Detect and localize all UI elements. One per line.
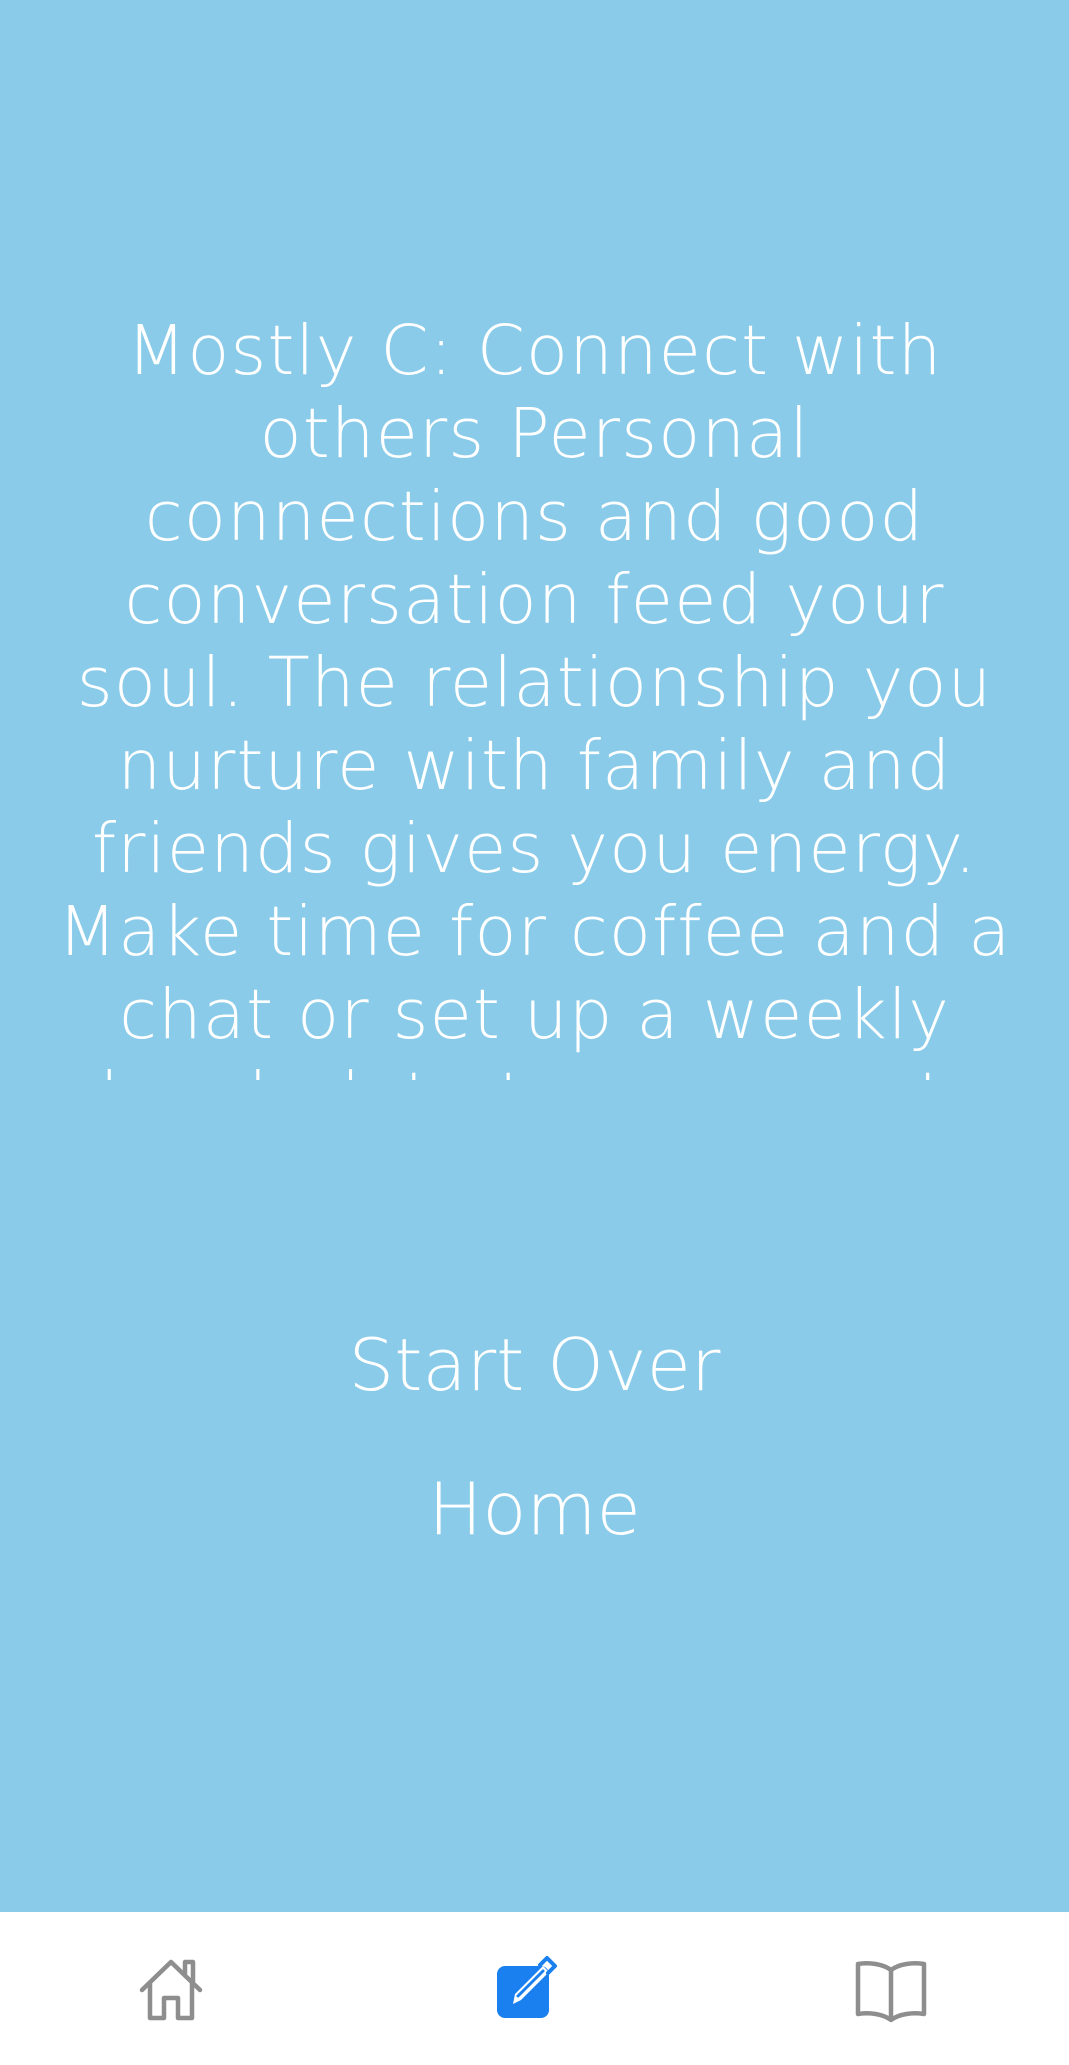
home-icon	[136, 1954, 206, 2024]
quiz-result-screen: Mostly C: Connect with others Personal c…	[0, 0, 1069, 1912]
result-scroll-area[interactable]: Mostly C: Connect with others Personal c…	[40, 310, 1029, 1080]
home-button[interactable]: Home	[0, 1464, 1069, 1554]
start-over-button[interactable]: Start Over	[0, 1320, 1069, 1410]
bottom-tab-bar	[0, 1912, 1069, 2065]
result-description: Mostly C: Connect with others Personal c…	[57, 311, 1012, 1080]
tab-compose[interactable]	[468, 1912, 588, 2065]
tab-home[interactable]	[111, 1912, 231, 2065]
compose-icon	[493, 1954, 563, 2024]
tab-book[interactable]	[831, 1912, 951, 2065]
book-icon	[853, 1954, 929, 2024]
